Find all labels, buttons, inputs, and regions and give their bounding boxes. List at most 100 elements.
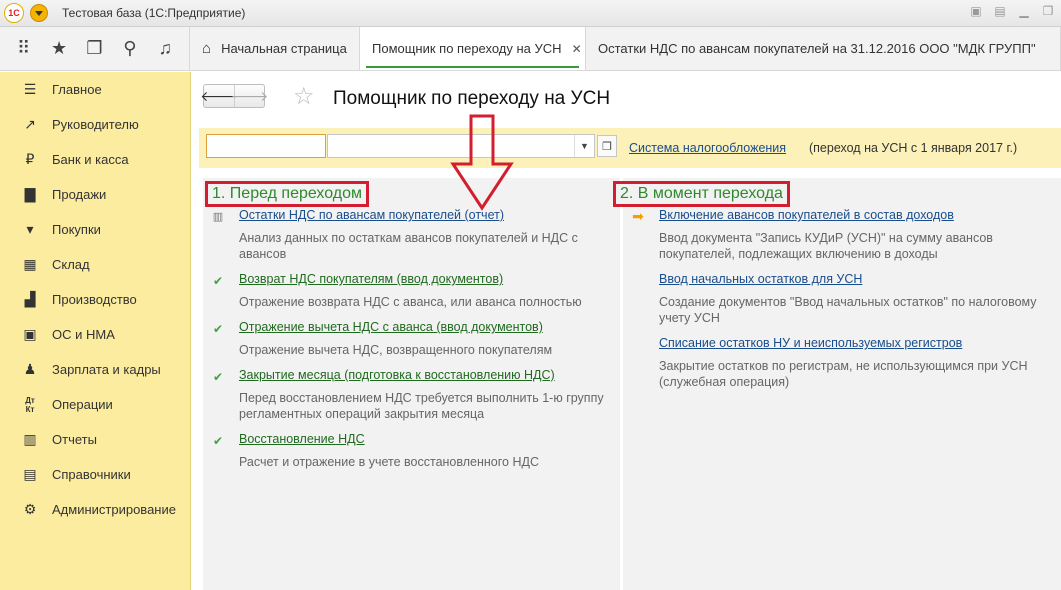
- at-transition-panel: 2. В момент перехода ➡ Включение авансов…: [613, 178, 1061, 590]
- sidebar-item-label: Склад: [52, 257, 90, 272]
- arrow-right-icon: ➡: [632, 208, 644, 224]
- sidebar-item-production[interactable]: ▟ Производство: [0, 282, 190, 317]
- entry-description: Ввод документа "Запись КУДиР (УСН)" на с…: [659, 231, 993, 261]
- home-icon: ⌂: [202, 40, 212, 57]
- page-title: Помощник по переходу на УСН: [333, 88, 611, 109]
- tax-system-note: (переход на УСН с 1 января 2017 г.): [809, 141, 1018, 155]
- sidebar-item-label: ОС и НМА: [52, 327, 115, 342]
- tax-system-link[interactable]: Система налогообложения: [629, 141, 786, 155]
- sidebar-item-manager[interactable]: ↗ Руководителю: [0, 107, 190, 142]
- filter-bar: ▼ ❐ Система налогообложения (переход на …: [199, 128, 1061, 168]
- save-icon[interactable]: ▣: [969, 4, 983, 18]
- check-icon: ✔: [212, 434, 224, 448]
- window-controls: ▣ ▤ ▁ ❐: [969, 4, 1055, 18]
- sidebar-item-main[interactable]: ☰ Главное: [0, 72, 190, 107]
- trend-up-icon: ↗: [24, 116, 36, 132]
- check-icon: ✔: [212, 322, 224, 336]
- window-title: Тестовая база (1С:Предприятие): [62, 6, 246, 20]
- close-icon[interactable]: ✕: [572, 42, 582, 56]
- sidebar-item-sales[interactable]: ▇ Продажи: [0, 177, 190, 212]
- sidebar-item-operations[interactable]: Дт Кт Операции: [0, 387, 190, 422]
- entry-description: Отражение вычета НДС, возвращенного поку…: [239, 343, 553, 357]
- report-icon: ▥: [23, 431, 37, 447]
- notifications-bell-icon[interactable]: ♫: [153, 38, 177, 59]
- search-icon[interactable]: ⚲: [118, 38, 142, 59]
- chevron-down-icon: [35, 10, 43, 16]
- sidebar-item-reports[interactable]: ▥ Отчеты: [0, 422, 190, 457]
- sidebar-item-label: Главное: [52, 82, 102, 97]
- sidebar-item-catalogs[interactable]: ▤ Справочники: [0, 457, 190, 492]
- assets-icon: ▣: [23, 326, 37, 342]
- gear-icon: ⚙: [23, 501, 37, 517]
- sidebar-item-label: Покупки: [52, 222, 101, 237]
- sidebar-item-label: Производство: [52, 292, 137, 307]
- dt-kt-icon: Дт Кт: [25, 395, 35, 414]
- section-title-at-transition: 2. В момент перехода: [613, 181, 790, 207]
- sidebar-item-label: Администрирование: [52, 502, 176, 517]
- section-title-before: 1. Перед переходом: [205, 181, 370, 207]
- check-icon: ✔: [212, 370, 224, 384]
- sidebar-item-label: Справочники: [52, 467, 131, 482]
- sidebar-item-bank[interactable]: ₽ Банк и касса: [0, 142, 190, 177]
- entry-description: Создание документов "Ввод начальных оста…: [659, 295, 1037, 325]
- minimize-icon[interactable]: ▁: [1017, 4, 1031, 18]
- app-logo-icon: 1С: [4, 3, 24, 23]
- tab-usn-assistant[interactable]: Помощник по переходу на УСН ✕: [360, 27, 586, 70]
- sidebar-item-assets[interactable]: ▣ ОС и НМА: [0, 317, 190, 352]
- warehouse-grid-icon: ▦: [23, 256, 37, 272]
- title-bar: 1С Тестовая база (1С:Предприятие) ▣ ▤ ▁ …: [0, 0, 1061, 27]
- toolbar: ⠿ ★ ❐ ⚲ ♫: [0, 27, 190, 70]
- ruble-icon: ₽: [25, 151, 35, 167]
- entry-description: Закрытие остатков по регистрам, не испол…: [659, 359, 1028, 389]
- sidebar: ☰ Главное ↗ Руководителю ₽ Банк и касса ▇ Пр…: [0, 72, 191, 590]
- initial-balances-link[interactable]: Ввод начальных остатков для УСН: [659, 272, 862, 286]
- vat-restore-link[interactable]: Восстановление НДС: [239, 432, 365, 446]
- advances-to-income-link[interactable]: Включение авансов покупателей в состав д…: [659, 208, 954, 222]
- shopping-bag-icon: ▇: [24, 186, 36, 202]
- vat-refund-link[interactable]: Возврат НДС покупателям (ввод документов…: [239, 272, 503, 286]
- open-icon[interactable]: ❐: [597, 135, 617, 157]
- sidebar-item-purchases[interactable]: ▾ Покупки: [0, 212, 190, 247]
- person-icon: ♟: [23, 361, 37, 377]
- vat-deduction-link[interactable]: Отражение вычета НДС с аванса (ввод доку…: [239, 320, 543, 334]
- restore-icon[interactable]: ❐: [1041, 4, 1055, 18]
- nav-buttons: 🡐 🡒: [200, 84, 268, 108]
- sidebar-item-label: Зарплата и кадры: [52, 362, 161, 377]
- chevron-down-icon[interactable]: ▼: [574, 135, 594, 157]
- write-off-balances-link[interactable]: Списание остатков НУ и неиспользуемых ре…: [659, 336, 962, 350]
- favorites-star-icon[interactable]: ★: [47, 38, 71, 59]
- before-transition-panel: 1. Перед переходом ▥ Остатки НДС по аван…: [203, 178, 620, 590]
- print-icon[interactable]: ▤: [993, 4, 1007, 18]
- tab-vat-balances-label: Остатки НДС по авансам покупателей на 31…: [598, 41, 1036, 56]
- entry-description: Расчет и отражение в учете восстановленн…: [239, 455, 539, 469]
- annotation-arrow-icon: [450, 114, 514, 211]
- organization-code-input[interactable]: [206, 134, 326, 158]
- book-icon: ▤: [23, 466, 37, 482]
- back-arrow-icon[interactable]: 🡐: [200, 85, 238, 107]
- check-icon: ✔: [212, 274, 224, 288]
- entry-description: Отражение возврата НДС с аванса, или ава…: [239, 295, 582, 309]
- sidebar-item-label: Продажи: [52, 187, 107, 202]
- sidebar-item-label: Банк и касса: [52, 152, 129, 167]
- sidebar-item-admin[interactable]: ⚙ Администрирование: [0, 492, 190, 527]
- menu-lines-icon: ☰: [23, 81, 37, 97]
- apps-grid-icon[interactable]: ⠿: [12, 38, 36, 59]
- cart-icon: ▾: [26, 221, 34, 237]
- sidebar-item-label: Отчеты: [52, 432, 97, 447]
- entry-description: Анализ данных по остаткам авансов покупа…: [239, 231, 578, 261]
- tab-home[interactable]: ⌂ Начальная страница: [190, 27, 360, 70]
- content-area: 🡐 🡒 ☆ Помощник по переходу на УСН ▼ ❐ Си…: [191, 72, 1061, 590]
- month-close-link[interactable]: Закрытие месяца (подготовка к восстановл…: [239, 368, 555, 382]
- favorite-star-icon[interactable]: ☆: [293, 82, 315, 111]
- sidebar-item-salary[interactable]: ♟ Зарплата и кадры: [0, 352, 190, 387]
- sidebar-item-warehouse[interactable]: ▦ Склад: [0, 247, 190, 282]
- factory-icon: ▟: [24, 291, 36, 307]
- history-icon[interactable]: ❐: [82, 38, 106, 59]
- main-menu-button[interactable]: [30, 4, 48, 22]
- forward-arrow-icon[interactable]: 🡒: [231, 85, 268, 107]
- tab-vat-balances[interactable]: Остатки НДС по авансам покупателей на 31…: [586, 27, 1061, 70]
- sidebar-item-label: Руководителю: [52, 117, 139, 132]
- tab-bar: ⠿ ★ ❐ ⚲ ♫ ⌂ Начальная страница Помощник …: [0, 27, 1061, 71]
- report-icon: ▥: [212, 211, 224, 223]
- tab-usn-assistant-label: Помощник по переходу на УСН: [372, 41, 562, 56]
